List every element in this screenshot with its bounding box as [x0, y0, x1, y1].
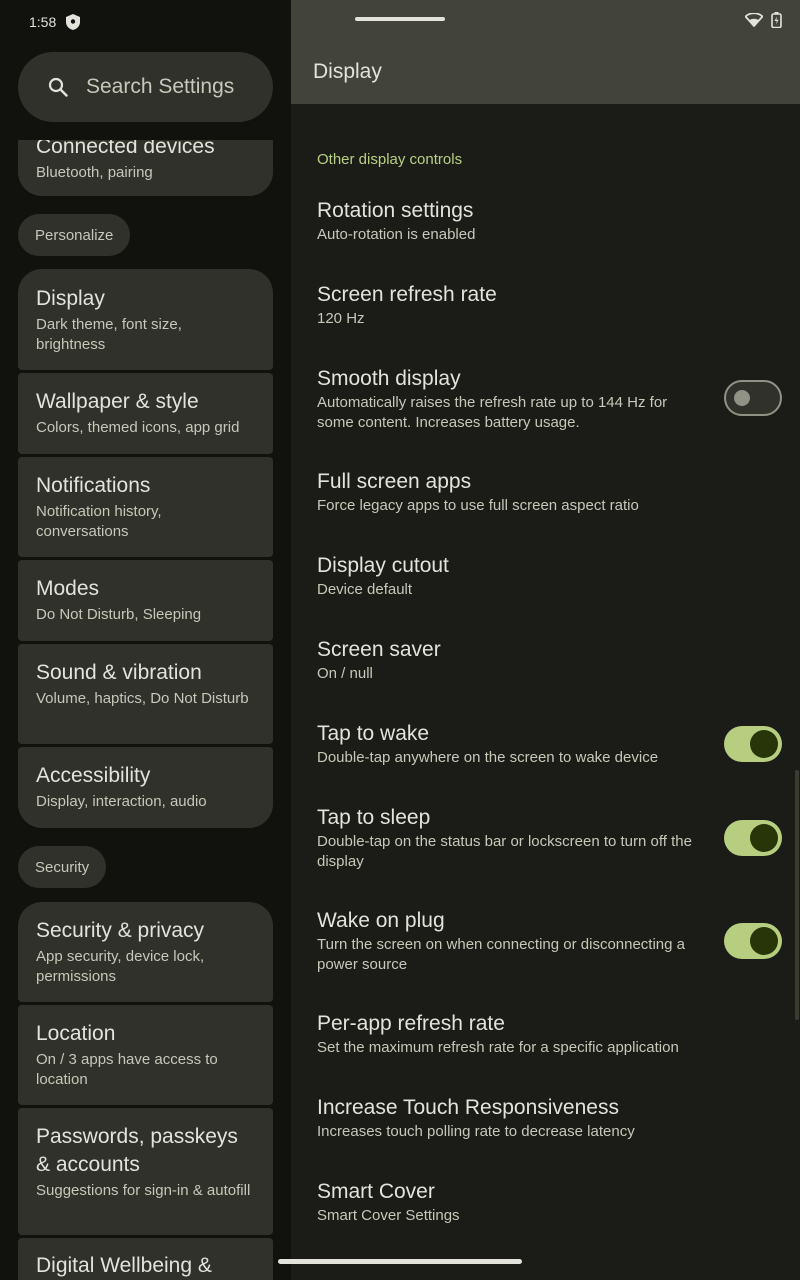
pref-summary: Double-tap anywhere on the screen to wak…: [317, 749, 659, 766]
pref-tap-to-wake[interactable]: Tap to wake Double-tap anywhere on the s…: [317, 720, 707, 768]
pref-title: Wake on plug: [317, 909, 445, 932]
scrollbar[interactable]: [795, 770, 799, 1020]
nav-item-notifications[interactable]: Notifications Notification history, conv…: [18, 457, 273, 557]
nav-item-passwords-accounts[interactable]: Passwords, passkeys & accounts Suggestio…: [18, 1108, 273, 1235]
nav-item-modes[interactable]: Modes Do Not Disturb, Sleeping: [18, 560, 273, 641]
pref-summary: Device default: [317, 581, 413, 598]
nav-item-subtitle: Bluetooth, pairing: [36, 164, 153, 181]
top-app-bar: Display: [291, 0, 800, 104]
display-settings-pane: Display Other display controls Rotation …: [291, 0, 800, 1280]
pref-title: Smart Cover: [317, 1180, 435, 1203]
nav-item-subtitle: App security, device lock, permissions: [36, 948, 205, 985]
nav-item-title: Location: [36, 1022, 116, 1045]
nav-item-title: Sound & vibration: [36, 661, 202, 684]
switch-thumb: [750, 927, 778, 955]
pref-title: Display cutout: [317, 554, 449, 577]
pref-full-screen-apps[interactable]: Full screen apps Force legacy apps to us…: [317, 468, 707, 516]
pref-title: Tap to sleep: [317, 806, 431, 829]
search-label: Search Settings: [86, 75, 235, 98]
status-time: 1:58: [29, 14, 57, 30]
status-bar-right: [745, 12, 782, 28]
pref-smart-cover[interactable]: Smart Cover Smart Cover Settings: [317, 1178, 707, 1226]
nav-item-title: Accessibility: [36, 764, 151, 787]
switch-thumb: [750, 824, 778, 852]
pref-title: Full screen apps: [317, 470, 472, 493]
pref-title: Increase Touch Responsiveness: [317, 1096, 619, 1119]
nav-item-title: Wallpaper & style: [36, 390, 199, 413]
nav-item-wallpaper-style[interactable]: Wallpaper & style Colors, themed icons, …: [18, 373, 273, 454]
switch-thumb: [734, 390, 750, 406]
pref-screen-saver[interactable]: Screen saver On / null: [317, 636, 707, 684]
pref-title: Tap to wake: [317, 722, 430, 745]
section-title: Other display controls: [317, 151, 463, 168]
nav-item-title: Passwords, passkeys & accounts: [36, 1125, 238, 1176]
pref-rotation-settings[interactable]: Rotation settings Auto-rotation is enabl…: [317, 197, 707, 245]
pref-summary: On / null: [317, 665, 373, 682]
pref-summary: Set the maximum refresh rate for a speci…: [317, 1039, 679, 1056]
tap-to-wake-switch[interactable]: [724, 726, 782, 762]
pref-title: Per-app refresh rate: [317, 1012, 505, 1035]
nav-item-subtitle: Do Not Disturb, Sleeping: [36, 606, 202, 623]
nav-item-title: Connected devices: [36, 140, 215, 158]
nav-item-title: Security & privacy: [36, 919, 205, 942]
nav-item-display[interactable]: Display Dark theme, font size, brightnes…: [18, 269, 273, 370]
section-header-security: Security: [18, 846, 107, 888]
pref-per-app-refresh-rate[interactable]: Per-app refresh rate Set the maximum ref…: [317, 1010, 707, 1058]
pref-summary: Auto-rotation is enabled: [317, 226, 476, 243]
battery-icon: [771, 12, 782, 28]
nav-item-subtitle: On / 3 apps have access to location: [36, 1051, 218, 1088]
switch-thumb: [750, 730, 778, 758]
nav-item-location[interactable]: Location On / 3 apps have access to loca…: [18, 1005, 273, 1105]
pref-display-cutout[interactable]: Display cutout Device default: [317, 552, 707, 600]
nav-item-subtitle: Suggestions for sign-in & autofill: [36, 1182, 251, 1199]
nav-item-subtitle: Colors, themed icons, app grid: [36, 419, 240, 436]
pref-title: Screen refresh rate: [317, 283, 497, 306]
nav-item-subtitle: Volume, haptics, Do Not Disturb: [36, 690, 249, 707]
pref-summary: Smart Cover Settings: [317, 1207, 460, 1224]
pref-summary: Force legacy apps to use full screen asp…: [317, 497, 639, 514]
wifi-icon: [745, 13, 763, 27]
nav-item-connected-devices[interactable]: Connected devices Bluetooth, pairing: [18, 140, 273, 196]
pref-tap-to-sleep[interactable]: Tap to sleep Double-tap on the status ba…: [317, 804, 707, 872]
pref-summary: Increases touch polling rate to decrease…: [317, 1123, 635, 1140]
nav-item-security-privacy[interactable]: Security & privacy App security, device …: [18, 902, 273, 1002]
search-settings-bar[interactable]: Search Settings: [18, 52, 273, 122]
page-title: Display: [313, 60, 382, 83]
pref-screen-refresh-rate[interactable]: Screen refresh rate 120 Hz: [317, 281, 707, 329]
status-bar-left: 1:58: [29, 12, 81, 32]
nav-item-accessibility[interactable]: Accessibility Display, interaction, audi…: [18, 747, 273, 828]
drag-handle[interactable]: [355, 17, 445, 21]
nav-item-title: Modes: [36, 577, 100, 600]
nav-item-title: Notifications: [36, 474, 151, 497]
pref-title: Smooth display: [317, 367, 461, 390]
nav-item-digital-wellbeing[interactable]: Digital Wellbeing &: [18, 1238, 273, 1280]
smooth-display-switch[interactable]: [724, 380, 782, 416]
section-header-personalize: Personalize: [18, 214, 131, 256]
settings-nav-list[interactable]: Connected devices Bluetooth, pairing Per…: [18, 140, 273, 1280]
wake-on-plug-switch[interactable]: [724, 923, 782, 959]
pref-smooth-display[interactable]: Smooth display Automatically raises the …: [317, 365, 707, 433]
pref-increase-touch-responsiveness[interactable]: Increase Touch Responsiveness Increases …: [317, 1094, 707, 1142]
tap-to-sleep-switch[interactable]: [724, 820, 782, 856]
pref-summary: Double-tap on the status bar or lockscre…: [317, 833, 692, 870]
settings-nav-pane: 1:58 Search Settings Connected devices B…: [0, 0, 291, 1280]
pref-title: Screen saver: [317, 638, 441, 661]
nav-item-title: Digital Wellbeing &: [36, 1254, 212, 1277]
pref-wake-on-plug[interactable]: Wake on plug Turn the screen on when con…: [317, 907, 707, 975]
pref-summary: Turn the screen on when connecting or di…: [317, 936, 686, 973]
shield-icon: [66, 14, 81, 30]
gesture-navigation-bar[interactable]: [278, 1259, 522, 1264]
nav-item-title: Display: [36, 287, 105, 310]
nav-item-subtitle: Display, interaction, audio: [36, 793, 207, 810]
pref-summary: 120 Hz: [317, 310, 365, 327]
search-icon: [48, 77, 68, 97]
nav-item-subtitle: Dark theme, font size, brightness: [36, 316, 182, 353]
pref-title: Rotation settings: [317, 199, 474, 222]
nav-item-subtitle: Notification history, conversations: [36, 503, 162, 540]
pref-summary: Automatically raises the refresh rate up…: [317, 394, 668, 431]
nav-item-sound-vibration[interactable]: Sound & vibration Volume, haptics, Do No…: [18, 644, 273, 744]
